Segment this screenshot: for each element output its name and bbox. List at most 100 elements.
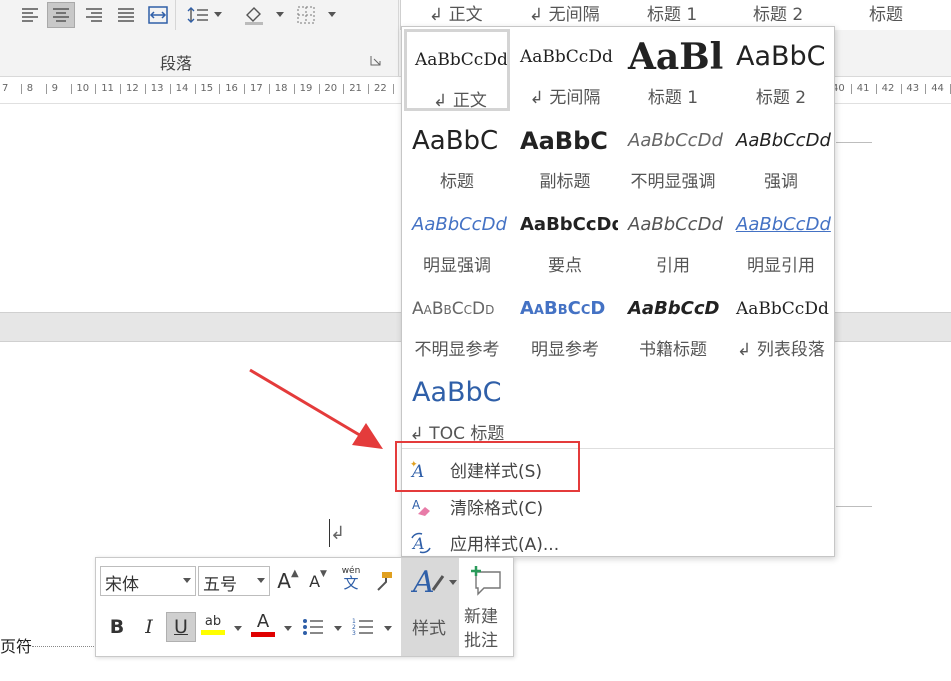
style-gallery-item[interactable]: AaBbC 标题 2 bbox=[728, 29, 834, 111]
highlight-button[interactable]: ab bbox=[198, 610, 228, 640]
font-name-value: 宋体 bbox=[105, 575, 139, 595]
numbering-icon[interactable]: 123 bbox=[348, 612, 378, 642]
annotation-arrow bbox=[249, 368, 383, 449]
shrink-font-button[interactable]: A ▼ bbox=[303, 566, 333, 596]
style-gallery-item[interactable]: AaBl 标题 1 bbox=[620, 29, 726, 111]
highlight-dropdown-icon[interactable] bbox=[234, 626, 242, 631]
ruler-tick-label: 21 bbox=[349, 83, 362, 94]
font-color-dropdown-icon[interactable] bbox=[284, 626, 292, 631]
styles-label: 样式 bbox=[412, 619, 446, 639]
line-spacing-icon[interactable] bbox=[184, 2, 212, 28]
bold-button[interactable]: B bbox=[102, 612, 132, 642]
style-gallery-item[interactable]: AaBbC 标题 bbox=[404, 113, 510, 195]
style-preview: AaBbC bbox=[412, 377, 502, 408]
style-gallery-item[interactable]: AaBbCcDd ↲ 列表段落 bbox=[728, 281, 834, 363]
ruler-tick-label: 18 bbox=[274, 83, 288, 94]
style-preview: AaBbCcDd bbox=[736, 214, 831, 235]
style-gallery-item[interactable]: AaBbCcDd ↲ 无间隔 bbox=[512, 29, 618, 111]
phonetic-guide-button[interactable]: wén 文 bbox=[336, 564, 366, 594]
font-name-combo[interactable]: 宋体 bbox=[100, 566, 196, 596]
highlight-label: ab bbox=[204, 614, 222, 629]
svg-text:A: A bbox=[411, 565, 435, 598]
strip-style-heading2[interactable]: 标题 2 bbox=[753, 0, 803, 25]
justify-icon[interactable] bbox=[112, 2, 140, 28]
style-name: 标题 2 bbox=[755, 88, 807, 108]
bold-label: B bbox=[109, 616, 125, 638]
ruler-tick-label: 7 bbox=[2, 83, 9, 94]
font-name-dropdown-icon[interactable] bbox=[183, 578, 191, 583]
ruler-tick-mark bbox=[269, 84, 270, 94]
line-spacing-dropdown-icon[interactable] bbox=[214, 12, 222, 17]
strip-style-heading1[interactable]: 标题 1 bbox=[647, 0, 697, 25]
style-gallery-item[interactable]: AaBbCcDd 不明显参考 bbox=[404, 281, 510, 363]
style-preview: AaBbCcDd bbox=[412, 299, 495, 319]
style-preview: AaBl bbox=[628, 39, 724, 75]
align-left-icon[interactable] bbox=[16, 2, 44, 28]
style-gallery-item[interactable]: AaBbCcDd 要点 bbox=[512, 197, 618, 279]
style-gallery-item[interactable]: AaBbCcDd 不明显强调 bbox=[620, 113, 726, 195]
borders-dropdown-icon[interactable] bbox=[328, 12, 336, 17]
style-preview: AaBbCcDd bbox=[736, 130, 831, 151]
font-color-label: A bbox=[256, 611, 270, 632]
font-size-combo[interactable]: 五号 bbox=[198, 566, 270, 596]
style-preview: AaBbCcDd bbox=[415, 50, 508, 70]
font-color-button[interactable]: A bbox=[248, 610, 278, 640]
align-right-icon[interactable] bbox=[80, 2, 108, 28]
style-gallery-item[interactable]: AaBbCcDd ↲ 正文 bbox=[404, 29, 510, 111]
ruler-tick-label: 20 bbox=[324, 83, 338, 94]
strip-style-no-spacing[interactable]: ↲ 无间隔 bbox=[529, 0, 600, 25]
bullets-dropdown-icon[interactable] bbox=[334, 626, 342, 631]
clear-format-menu-item[interactable]: A 清除格式(C) bbox=[402, 489, 834, 523]
bullets-icon[interactable] bbox=[298, 612, 328, 642]
font-size-dropdown-icon[interactable] bbox=[257, 578, 265, 583]
style-gallery-item[interactable]: AaBbCcDd 明显引用 bbox=[728, 197, 834, 279]
style-gallery-item[interactable]: AaBbCcDd 明显强调 bbox=[404, 197, 510, 279]
borders-icon[interactable] bbox=[292, 2, 320, 28]
svg-text:3: 3 bbox=[352, 630, 356, 637]
style-preview: AaBbCcD bbox=[520, 298, 606, 319]
underline-button[interactable]: U bbox=[166, 612, 196, 642]
style-gallery-item[interactable]: AaBbCcDd 强调 bbox=[728, 113, 834, 195]
style-name: ↲ 列表段落 bbox=[737, 340, 825, 360]
style-gallery-item[interactable]: AaBbC 副标题 bbox=[512, 113, 618, 195]
new-comment-button[interactable]: 新建 批注 bbox=[462, 558, 512, 656]
style-gallery-item[interactable]: AaBbCcDd 引用 bbox=[620, 197, 726, 279]
margin-line bbox=[836, 142, 872, 143]
apply-style-menu-item[interactable]: A 应用样式(A)... bbox=[402, 525, 834, 559]
grow-font-button[interactable]: A ▲ bbox=[273, 566, 303, 596]
format-painter-icon[interactable] bbox=[368, 566, 398, 596]
ruler-tick-mark bbox=[194, 84, 196, 94]
style-preview: AaBbCcDd bbox=[736, 299, 829, 319]
ruler-tick-label: 11 bbox=[101, 83, 114, 94]
phonetic-bottom-label: 文 bbox=[343, 574, 359, 592]
italic-label: I bbox=[145, 616, 153, 638]
style-gallery-item[interactable]: AaBbCcD 书籍标题 bbox=[620, 281, 726, 363]
ruler-tick-label: 9 bbox=[51, 83, 58, 94]
font-color-bar bbox=[251, 632, 275, 637]
style-name: ↲ 正文 bbox=[433, 91, 487, 111]
paragraph-mark: ↲ bbox=[330, 523, 346, 544]
shading-icon[interactable] bbox=[240, 2, 268, 28]
ruler-tick-mark bbox=[393, 84, 394, 94]
ruler-tick-label: 10 bbox=[76, 83, 90, 94]
font-size-value: 五号 bbox=[203, 575, 237, 595]
svg-text:A: A bbox=[412, 498, 421, 512]
style-gallery-item[interactable]: AaBbCcD 明显参考 bbox=[512, 281, 618, 363]
styles-dropdown-icon[interactable] bbox=[449, 580, 457, 585]
shading-dropdown-icon[interactable] bbox=[276, 12, 284, 17]
ruler-tick-mark bbox=[368, 84, 370, 94]
style-name: 标题 bbox=[440, 172, 474, 192]
italic-button[interactable]: I bbox=[134, 612, 164, 642]
ruler-tick-mark bbox=[169, 84, 171, 94]
styles-button[interactable]: A 样式 bbox=[401, 558, 459, 656]
ruler-tick-label: 19 bbox=[299, 83, 313, 94]
eraser-icon: A bbox=[412, 498, 430, 516]
style-gallery-item[interactable]: AaBbC ↲ TOC 标题 bbox=[404, 365, 510, 447]
strip-style-normal[interactable]: ↲ 正文 bbox=[429, 0, 483, 25]
align-center-icon[interactable] bbox=[47, 2, 75, 28]
styles-icon: A bbox=[411, 565, 445, 598]
dialog-launcher-icon[interactable] bbox=[370, 55, 381, 66]
distributed-icon[interactable] bbox=[144, 2, 172, 28]
numbering-dropdown-icon[interactable] bbox=[384, 626, 392, 631]
strip-style-title[interactable]: 标题 bbox=[869, 0, 903, 25]
